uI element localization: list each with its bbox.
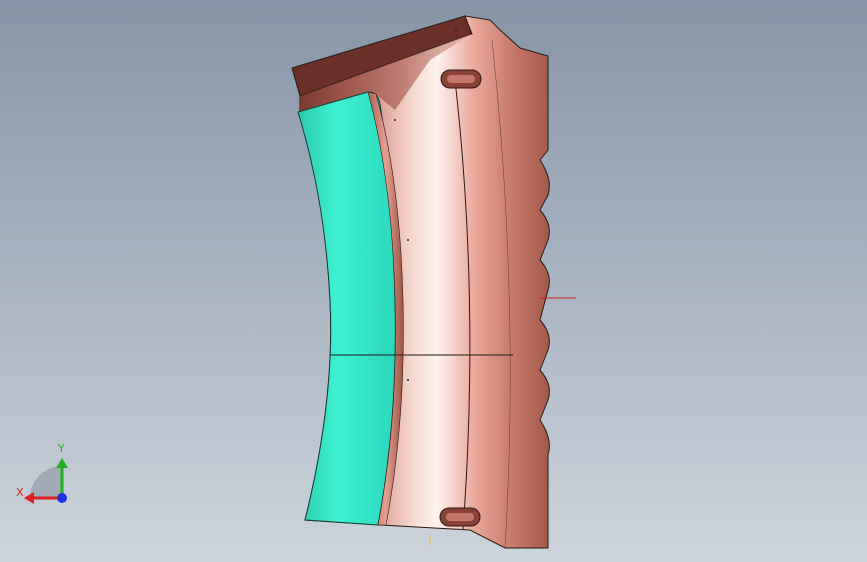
graphics-viewport[interactable]: Y X	[0, 0, 867, 562]
bottom-slot	[439, 507, 481, 527]
x-axis-label: X	[16, 486, 24, 499]
z-axis-dot	[57, 493, 67, 503]
coordinate-triad	[24, 458, 68, 504]
model-view[interactable]	[0, 0, 867, 562]
top-slot	[440, 69, 482, 89]
front-face	[297, 91, 396, 526]
y-axis-label: Y	[58, 442, 65, 455]
